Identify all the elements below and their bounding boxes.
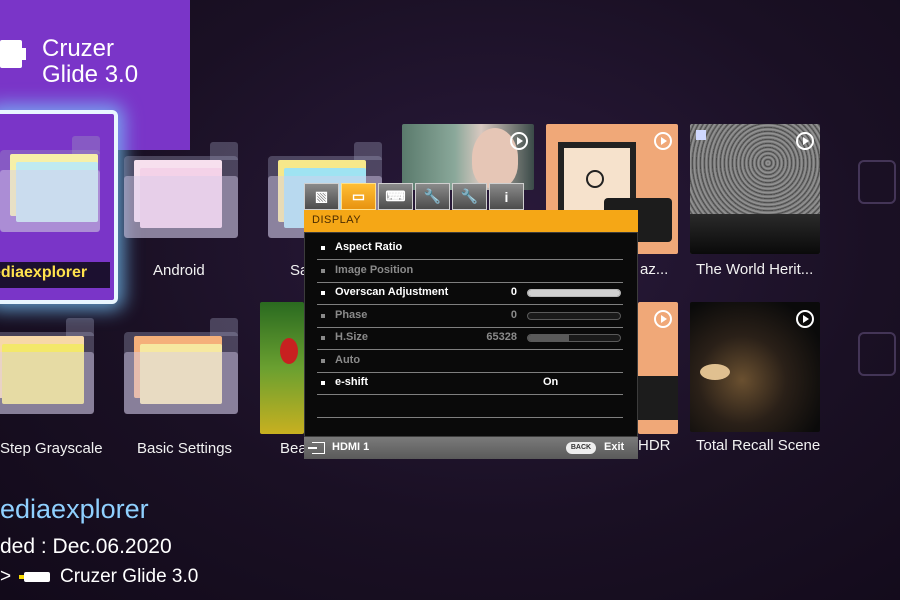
display-icon: ▭ xyxy=(351,188,366,204)
osd-row-label: Image Position xyxy=(335,263,414,276)
folder-label-step-grayscale[interactable]: Step Grayscale xyxy=(0,440,103,457)
bullet-icon xyxy=(321,381,325,385)
play-icon xyxy=(796,132,814,150)
bullet-icon xyxy=(321,336,325,340)
video-thumbnail[interactable] xyxy=(690,302,820,432)
exit-label[interactable]: Exit xyxy=(604,441,624,453)
bullet-icon xyxy=(321,313,325,318)
device-title: Cruzer Glide 3.0 xyxy=(42,36,138,88)
picture-tab[interactable]: ▧ xyxy=(304,183,339,210)
ghost-icon xyxy=(858,332,896,376)
osd-footer: HDMI 1 BACK Exit xyxy=(304,437,638,459)
osd-row-label: e-shift xyxy=(335,376,368,388)
play-icon xyxy=(654,132,672,150)
selected-item-name: ediaexplorer xyxy=(0,494,149,524)
osd-row-label: Aspect Ratio xyxy=(335,241,403,253)
osd-menu-body: Aspect Ratio Image Position Overscan Adjus… xyxy=(304,232,638,437)
back-button[interactable]: BACK xyxy=(566,442,596,454)
video-thumbnail[interactable] xyxy=(402,124,534,190)
osd-slider[interactable] xyxy=(527,311,621,320)
folder-icon xyxy=(0,136,100,232)
usb-drive-icon xyxy=(0,40,26,68)
device-title-line2: Glide 3.0 xyxy=(42,61,139,88)
osd-tab-bar: ▧ ▭ ⌨ 🔧 🔧 i xyxy=(304,183,528,210)
thumb-label-az[interactable]: az... xyxy=(640,261,668,278)
osd-row-label: H.Size xyxy=(335,331,369,343)
osd-slider-fill xyxy=(528,290,620,296)
osd-row-label: Auto xyxy=(335,353,361,366)
osd-slider[interactable] xyxy=(527,289,621,297)
osd-menu-row[interactable] xyxy=(317,395,623,418)
usb-drive-icon xyxy=(19,572,50,582)
bullet-icon xyxy=(321,246,325,250)
folder-icon[interactable] xyxy=(124,142,238,238)
info-icon: i xyxy=(504,188,509,205)
selected-item-date: ded : Dec.06.2020 xyxy=(0,535,172,558)
wrench2-tab[interactable]: 🔧 xyxy=(452,183,487,210)
wrench2-icon: 🔧 xyxy=(460,188,479,204)
video-thumbnail[interactable] xyxy=(260,302,304,434)
osd-menu-row[interactable]: Auto xyxy=(317,350,623,373)
folder-label-android[interactable]: Android xyxy=(153,262,205,279)
info-tab[interactable]: i xyxy=(489,183,524,210)
osd-menu-row[interactable]: Aspect Ratio xyxy=(317,237,623,260)
play-icon xyxy=(796,310,814,328)
osd-menu-row[interactable]: H.Size 65328 xyxy=(317,327,623,350)
wrench-icon: 🔧 xyxy=(423,188,442,204)
display-tab[interactable]: ▭ xyxy=(341,183,376,210)
osd-slider-fill xyxy=(528,335,570,341)
play-icon xyxy=(510,132,528,150)
osd-row-label: Overscan Adjustment xyxy=(335,286,449,298)
path-separator: > xyxy=(0,566,12,587)
projector-osd-menu: ▧ ▭ ⌨ 🔧 🔧 i DISPLAY Aspect Ratio Image Positio… xyxy=(304,183,638,459)
bullet-icon xyxy=(321,358,325,363)
osd-row-value: 0 xyxy=(510,286,517,298)
osd-menu-row[interactable]: e-shift On xyxy=(317,372,623,395)
bullet-icon xyxy=(321,268,325,273)
thumb-label-total-recall[interactable]: Total Recall Scene xyxy=(696,437,820,454)
folder-label-basic-settings[interactable]: Basic Settings xyxy=(137,440,232,457)
thumb-label-world-heritage[interactable]: The World Herit... xyxy=(696,261,813,278)
bullet-icon xyxy=(321,291,325,295)
keyboard-tab[interactable]: ⌨ xyxy=(378,183,413,210)
folder-icon[interactable] xyxy=(124,318,238,414)
osd-menu-row[interactable]: Overscan Adjustment 0 xyxy=(317,282,623,305)
video-thumbnail[interactable] xyxy=(638,302,678,434)
picture-icon: ▧ xyxy=(314,188,329,204)
osd-menu-row[interactable]: Phase 0 xyxy=(317,305,623,328)
osd-row-value: On xyxy=(543,376,559,388)
wrench-tab[interactable]: 🔧 xyxy=(415,183,450,210)
thumb-label-hdr[interactable]: HDR xyxy=(638,437,671,454)
osd-slider[interactable] xyxy=(527,334,621,342)
ghost-icon xyxy=(858,160,896,204)
play-icon xyxy=(654,310,672,328)
focused-folder-label: ediaexplorer xyxy=(0,262,110,288)
osd-section-header: DISPLAY xyxy=(304,210,638,232)
video-thumbnail[interactable] xyxy=(690,124,820,254)
input-source-label: HDMI 1 xyxy=(332,441,370,453)
osd-row-value: 65328 xyxy=(486,331,517,343)
keyboard-icon: ⌨ xyxy=(385,188,406,204)
osd-menu-row[interactable]: Image Position xyxy=(317,260,623,283)
osd-row-label: Phase xyxy=(335,308,368,321)
selected-item-path: Cruzer Glide 3.0 xyxy=(60,566,199,587)
device-title-line1: Cruzer xyxy=(42,35,115,62)
osd-row-value: 0 xyxy=(510,308,517,321)
input-source-icon xyxy=(308,442,325,454)
thumb-label-bea[interactable]: Bea xyxy=(280,440,307,457)
folder-icon[interactable] xyxy=(0,318,94,414)
